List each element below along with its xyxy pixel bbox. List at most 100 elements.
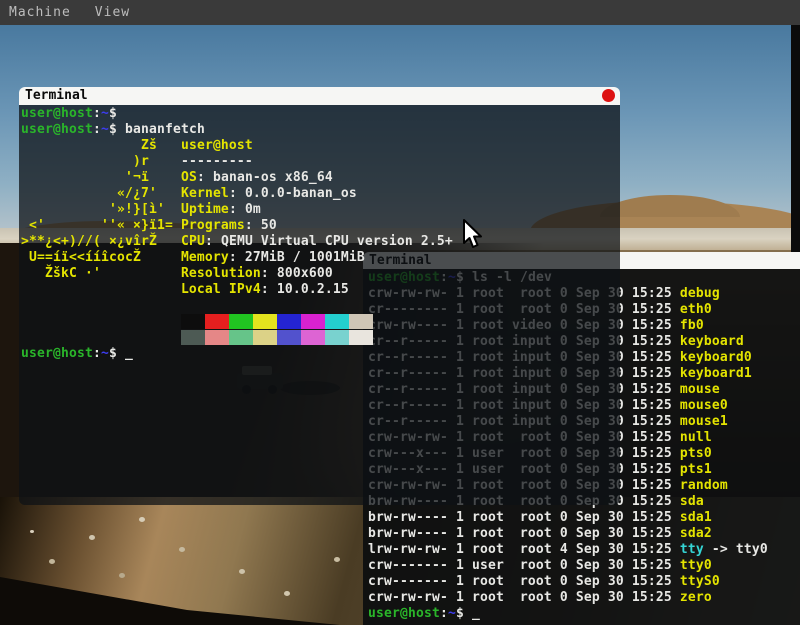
- terminal-text: null: [680, 430, 712, 445]
- terminal-text: ŽškC ·': [21, 266, 101, 281]
- terminal-line: '»!}[ì' Uptime: 0m: [21, 202, 620, 218]
- terminal-text: ~: [448, 606, 456, 621]
- terminal-text: 27MiB / 1001MiB: [245, 250, 365, 265]
- terminal-text: :: [229, 250, 245, 265]
- terminal-line: crw-rw-rw- 1 root root 0 Sep 30 15:25 ze…: [368, 590, 800, 606]
- terminal1-content[interactable]: user@host:~$user@host:~$ bananfetch Zš u…: [19, 105, 620, 505]
- terminal-line: ŽškC ·' Resolution: 800x600: [21, 266, 620, 282]
- palette-swatch: [253, 314, 277, 329]
- terminal-text: 800x600: [277, 266, 333, 281]
- terminal1-titlebar[interactable]: Terminal: [19, 87, 620, 105]
- terminal-text: Resolution: [181, 266, 261, 281]
- terminal-text: 0m: [245, 202, 261, 217]
- terminal-text: eth0: [680, 302, 712, 317]
- palette-swatch: [349, 314, 373, 329]
- terminal-window-front[interactable]: Terminal user@host:~$user@host:~$ bananf…: [19, 87, 620, 505]
- terminal-text: brw-rw---- 1 root root 0 Sep 30 15:25: [368, 510, 680, 525]
- terminal-text: 0.0.0-banan_os: [245, 186, 357, 201]
- terminal-text: :: [93, 106, 101, 121]
- palette-swatch: [301, 314, 325, 329]
- terminal-text: mouse1: [680, 414, 728, 429]
- terminal-text: <' ''« ×}ï1=: [21, 218, 173, 233]
- terminal-text: sda: [680, 494, 704, 509]
- terminal-line: Zš user@host: [21, 138, 620, 154]
- terminal-line: [21, 330, 620, 346]
- terminal-text: :: [197, 170, 213, 185]
- terminal-line: Local IPv4: 10.0.2.15: [21, 282, 620, 298]
- terminal-text: '»!}[ì': [21, 202, 165, 217]
- terminal-line: '¬ï OS: banan-os x86_64: [21, 170, 620, 186]
- terminal-text: [21, 330, 181, 345]
- menu-machine[interactable]: Machine: [9, 5, 71, 20]
- terminal-text: [165, 202, 181, 217]
- terminal-text: mouse: [680, 382, 720, 397]
- terminal-text: U==íï<<ííîcocŽ: [21, 250, 141, 265]
- palette-swatch: [325, 314, 349, 329]
- terminal-text: _: [472, 606, 480, 621]
- terminal-text: keyboard: [680, 334, 744, 349]
- terminal-text: «/¿7': [21, 186, 157, 201]
- terminal-text: '¬ï: [21, 170, 149, 185]
- terminal-line: <' ''« ×}ï1= Programs: 50: [21, 218, 620, 234]
- terminal-text: banan-os x86_64: [213, 170, 333, 185]
- terminal-line: U==íï<<ííîcocŽ Memory: 27MiB / 1001MiB: [21, 250, 620, 266]
- terminal-text: lrw-rw-rw- 1 root root 4 Sep 30 15:25: [368, 542, 680, 557]
- terminal-text: _: [125, 346, 133, 361]
- palette-swatch: [205, 314, 229, 329]
- terminal-text: Local IPv4: [181, 282, 261, 297]
- terminal-text: Programs: [181, 218, 245, 233]
- terminal-text: ~: [101, 122, 109, 137]
- terminal-text: mouse0: [680, 398, 728, 413]
- terminal-text: ttyS0: [680, 574, 720, 589]
- palette-swatch: [205, 330, 229, 345]
- palette-swatch: [349, 330, 373, 345]
- terminal-text: $: [109, 346, 125, 361]
- terminal-text: [157, 186, 181, 201]
- palette-swatch: [325, 330, 349, 345]
- terminal-text: sda1: [680, 510, 712, 525]
- terminal-text: debug: [680, 286, 720, 301]
- terminal-text: [149, 170, 181, 185]
- terminal-text: user@host: [21, 122, 93, 137]
- terminal-text: pts1: [680, 462, 712, 477]
- palette-swatch: [277, 330, 301, 345]
- terminal-text: ~: [101, 106, 109, 121]
- terminal-line: crw------- 1 root root 0 Sep 30 15:25 tt…: [368, 574, 800, 590]
- terminal-text: sda2: [680, 526, 712, 541]
- terminal-line: lrw-rw-rw- 1 root root 4 Sep 30 15:25 tt…: [368, 542, 800, 558]
- palette-swatch: [181, 314, 205, 329]
- mouse-cursor-icon: [462, 219, 486, 251]
- terminal-line: [21, 298, 620, 314]
- menu-view[interactable]: View: [95, 5, 130, 20]
- terminal-text: OS: [181, 170, 197, 185]
- close-button-icon[interactable]: [602, 89, 615, 102]
- terminal-text: crw------- 1 user root 0 Sep 30 15:25: [368, 558, 680, 573]
- terminal-text: [149, 154, 181, 169]
- terminal-text: Kernel: [181, 186, 229, 201]
- terminal-text: 50: [261, 218, 277, 233]
- terminal-text: >**¿<+)//( ×¿vîrŽ: [21, 234, 157, 249]
- terminal-text: crw------- 1 root root 0 Sep 30 15:25: [368, 574, 680, 589]
- terminal-text: :: [261, 266, 277, 281]
- terminal-text: pts0: [680, 446, 712, 461]
- terminal-text: :: [245, 218, 261, 233]
- terminal-text: ---------: [181, 154, 253, 169]
- terminal-text: user@host: [368, 606, 440, 621]
- terminal-text: fb0: [680, 318, 704, 333]
- terminal-text: CPU: [181, 234, 205, 249]
- palette-swatch: [253, 330, 277, 345]
- terminal-line: [21, 314, 620, 330]
- terminal-text: $: [109, 122, 125, 137]
- terminal-text: -> tty0: [704, 542, 768, 557]
- terminal-line: crw------- 1 user root 0 Sep 30 15:25 tt…: [368, 558, 800, 574]
- vm-screen: Machine View Terminal user@host:~$ ls -l…: [0, 0, 800, 625]
- terminal-text: 10.0.2.15: [277, 282, 349, 297]
- terminal-text: $: [456, 606, 472, 621]
- terminal-text: [157, 138, 181, 153]
- terminal-text: :: [93, 346, 101, 361]
- terminal-text: [21, 314, 181, 329]
- vm-menubar: Machine View: [0, 0, 800, 25]
- terminal-text: zero: [680, 590, 712, 605]
- terminal-text: Memory: [181, 250, 229, 265]
- terminal-text: [21, 282, 181, 297]
